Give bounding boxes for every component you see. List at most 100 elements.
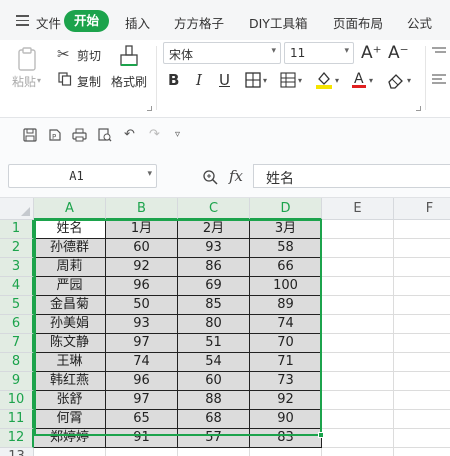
cell-c8[interactable]: 54 bbox=[178, 353, 250, 372]
spreadsheet-grid[interactable]: A B C D E F 1 姓名 1月 2月 3月 2 孙德群 60 93 58 3 周莉 92 86 66 4 严园 96 6… bbox=[0, 198, 450, 456]
grow-font-icon[interactable]: A⁺ bbox=[361, 43, 382, 63]
cell-f12[interactable] bbox=[394, 429, 450, 448]
cell-c7[interactable]: 51 bbox=[178, 334, 250, 353]
cell-f8[interactable] bbox=[394, 353, 450, 372]
zoom-search-icon[interactable] bbox=[202, 169, 218, 185]
cell-a7[interactable]: 陈文静 bbox=[34, 334, 106, 353]
cell-d11[interactable]: 90 bbox=[250, 410, 322, 429]
undo-icon[interactable]: ↶ bbox=[124, 127, 135, 142]
cell-e11[interactable] bbox=[322, 410, 394, 429]
menu-ffcell[interactable]: 方方格子 bbox=[174, 13, 224, 32]
save-icon[interactable] bbox=[23, 128, 37, 142]
row-header-8[interactable]: 8 bbox=[0, 353, 34, 372]
fill-handle[interactable] bbox=[318, 432, 324, 438]
cell-b12[interactable]: 91 bbox=[106, 429, 178, 448]
cell-c6[interactable]: 80 bbox=[178, 315, 250, 334]
cell-c12[interactable]: 57 bbox=[178, 429, 250, 448]
font-color-dropdown-icon[interactable]: ▾ bbox=[369, 76, 373, 85]
italic-button[interactable]: I bbox=[196, 71, 202, 89]
cell-a1[interactable]: 姓名 bbox=[34, 220, 106, 239]
cell-d13[interactable] bbox=[250, 448, 322, 456]
row-header-1[interactable]: 1 bbox=[0, 220, 34, 239]
cell-e3[interactable] bbox=[322, 258, 394, 277]
underline-button[interactable]: U bbox=[219, 71, 230, 89]
cell-f3[interactable] bbox=[394, 258, 450, 277]
fill-color-dropdown-icon[interactable]: ▾ bbox=[335, 76, 339, 85]
column-header-d[interactable]: D bbox=[250, 198, 322, 220]
redo-icon[interactable]: ↷ bbox=[149, 127, 160, 142]
fill-pattern-icon[interactable] bbox=[280, 72, 296, 88]
cell-e10[interactable] bbox=[322, 391, 394, 410]
menu-formulas[interactable]: 公式 bbox=[407, 13, 432, 32]
cell-b9[interactable]: 96 bbox=[106, 372, 178, 391]
cell-d2[interactable]: 58 bbox=[250, 239, 322, 258]
cell-f13[interactable] bbox=[394, 448, 450, 456]
hamburger-menu-icon[interactable] bbox=[16, 15, 29, 26]
menu-home-tab[interactable]: 开始 bbox=[64, 10, 109, 32]
eraser-icon[interactable] bbox=[387, 71, 405, 89]
cell-f1[interactable] bbox=[394, 220, 450, 239]
cell-d3[interactable]: 66 bbox=[250, 258, 322, 277]
column-header-e[interactable]: E bbox=[322, 198, 394, 220]
row-header-2[interactable]: 2 bbox=[0, 239, 34, 258]
paste-dropdown-icon[interactable]: ▾ bbox=[37, 76, 41, 85]
formula-input[interactable]: 姓名 bbox=[253, 164, 450, 188]
cell-d12[interactable]: 83 bbox=[250, 429, 322, 448]
cell-d5[interactable]: 89 bbox=[250, 296, 322, 315]
cell-f10[interactable] bbox=[394, 391, 450, 410]
cell-d8[interactable]: 71 bbox=[250, 353, 322, 372]
cell-d9[interactable]: 73 bbox=[250, 372, 322, 391]
cell-a11[interactable]: 何霄 bbox=[34, 410, 106, 429]
row-header-6[interactable]: 6 bbox=[0, 315, 34, 334]
cell-a9[interactable]: 韩红燕 bbox=[34, 372, 106, 391]
cell-a5[interactable]: 金昌菊 bbox=[34, 296, 106, 315]
cell-b6[interactable]: 93 bbox=[106, 315, 178, 334]
export-icon[interactable]: P bbox=[48, 128, 62, 142]
bold-button[interactable]: B bbox=[168, 71, 179, 89]
row-header-3[interactable]: 3 bbox=[0, 258, 34, 277]
column-header-c[interactable]: C bbox=[178, 198, 250, 220]
cell-c9[interactable]: 60 bbox=[178, 372, 250, 391]
cell-d1[interactable]: 3月 bbox=[250, 220, 322, 239]
menu-diy-toolbox[interactable]: DIY工具箱 bbox=[249, 13, 307, 32]
cell-f6[interactable] bbox=[394, 315, 450, 334]
font-name-select[interactable]: 宋体 ▾ bbox=[163, 42, 281, 64]
cell-d10[interactable]: 92 bbox=[250, 391, 322, 410]
row-header-5[interactable]: 5 bbox=[0, 296, 34, 315]
copy-button[interactable]: 复制 bbox=[77, 73, 101, 90]
cell-f9[interactable] bbox=[394, 372, 450, 391]
row-header-12[interactable]: 12 bbox=[0, 429, 34, 448]
cell-c5[interactable]: 85 bbox=[178, 296, 250, 315]
menu-file[interactable]: 文件 bbox=[36, 13, 61, 32]
align-left-icon[interactable] bbox=[432, 74, 446, 86]
cell-d7[interactable]: 70 bbox=[250, 334, 322, 353]
cell-b11[interactable]: 65 bbox=[106, 410, 178, 429]
cell-d4[interactable]: 100 bbox=[250, 277, 322, 296]
cell-a13[interactable] bbox=[34, 448, 106, 456]
row-header-7[interactable]: 7 bbox=[0, 334, 34, 353]
cell-e8[interactable] bbox=[322, 353, 394, 372]
font-launcher-icon[interactable] bbox=[416, 106, 421, 111]
cell-b7[interactable]: 97 bbox=[106, 334, 178, 353]
cell-e13[interactable] bbox=[322, 448, 394, 456]
print-icon[interactable] bbox=[72, 128, 87, 142]
format-painter-button[interactable]: 格式刷 bbox=[111, 73, 147, 90]
cell-a4[interactable]: 严园 bbox=[34, 277, 106, 296]
scissors-icon[interactable]: ✂ bbox=[57, 45, 70, 63]
cell-f7[interactable] bbox=[394, 334, 450, 353]
column-header-f[interactable]: F bbox=[394, 198, 450, 220]
cell-c4[interactable]: 69 bbox=[178, 277, 250, 296]
name-box[interactable]: A1 ▾ bbox=[8, 164, 157, 188]
paste-icon[interactable] bbox=[14, 46, 40, 72]
cell-c11[interactable]: 68 bbox=[178, 410, 250, 429]
pattern-dropdown-icon[interactable]: ▾ bbox=[298, 76, 302, 85]
cell-a3[interactable]: 周莉 bbox=[34, 258, 106, 277]
font-color-icon[interactable]: A bbox=[351, 70, 367, 90]
insert-function-icon[interactable]: fx bbox=[229, 167, 243, 185]
cell-b5[interactable]: 50 bbox=[106, 296, 178, 315]
cell-c10[interactable]: 88 bbox=[178, 391, 250, 410]
cell-a2[interactable]: 孙德群 bbox=[34, 239, 106, 258]
cell-e12[interactable] bbox=[322, 429, 394, 448]
align-top-icon[interactable] bbox=[432, 46, 446, 56]
cut-button[interactable]: 剪切 bbox=[77, 47, 101, 64]
